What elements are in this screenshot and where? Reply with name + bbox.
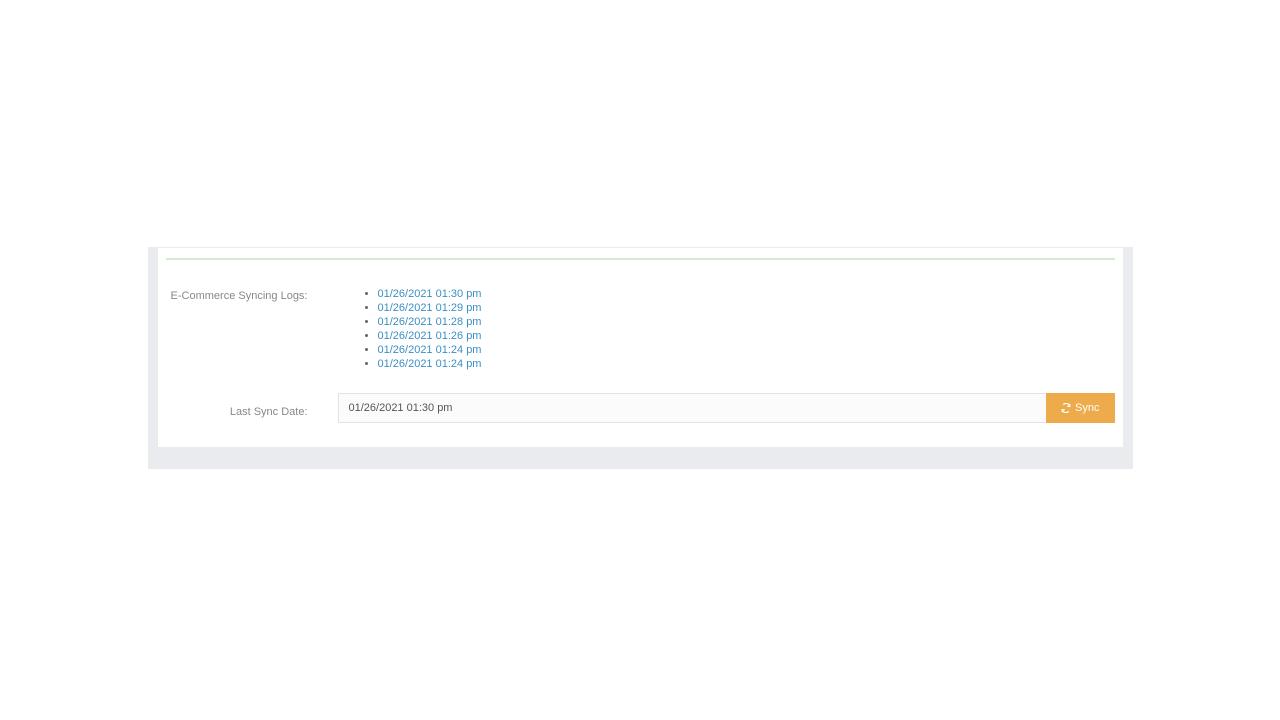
syncing-logs-label: E-Commerce Syncing Logs:: [158, 290, 318, 302]
list-item: 01/26/2021 01:29 pm: [378, 301, 1115, 315]
divider-line: [166, 258, 1115, 260]
sync-button[interactable]: Sync: [1046, 393, 1114, 423]
last-sync-content: Sync: [318, 393, 1123, 423]
last-sync-input[interactable]: [338, 393, 1047, 423]
page-wrapper: E-Commerce Syncing Logs: 01/26/2021 01:3…: [0, 0, 1280, 720]
log-link[interactable]: 01/26/2021 01:28 pm: [378, 316, 482, 328]
list-item: 01/26/2021 01:30 pm: [378, 287, 1115, 301]
log-link[interactable]: 01/26/2021 01:24 pm: [378, 344, 482, 356]
log-list: 01/26/2021 01:30 pm 01/26/2021 01:29 pm …: [338, 287, 1115, 371]
syncing-logs-content: 01/26/2021 01:30 pm 01/26/2021 01:29 pm …: [318, 290, 1123, 371]
input-group: Sync: [338, 393, 1115, 423]
outer-container: E-Commerce Syncing Logs: 01/26/2021 01:3…: [148, 247, 1133, 469]
log-link[interactable]: 01/26/2021 01:24 pm: [378, 358, 482, 370]
sync-button-label: Sync: [1075, 402, 1099, 414]
log-link[interactable]: 01/26/2021 01:29 pm: [378, 302, 482, 314]
list-item: 01/26/2021 01:26 pm: [378, 329, 1115, 343]
list-item: 01/26/2021 01:24 pm: [378, 357, 1115, 371]
last-sync-row: Last Sync Date:: [158, 393, 1123, 423]
log-link[interactable]: 01/26/2021 01:30 pm: [378, 288, 482, 300]
refresh-icon: [1061, 403, 1071, 413]
inner-panel: E-Commerce Syncing Logs: 01/26/2021 01:3…: [158, 248, 1123, 447]
list-item: 01/26/2021 01:28 pm: [378, 315, 1115, 329]
list-item: 01/26/2021 01:24 pm: [378, 343, 1115, 357]
log-link[interactable]: 01/26/2021 01:26 pm: [378, 330, 482, 342]
syncing-logs-row: E-Commerce Syncing Logs: 01/26/2021 01:3…: [158, 290, 1123, 371]
last-sync-label: Last Sync Date:: [158, 398, 318, 418]
